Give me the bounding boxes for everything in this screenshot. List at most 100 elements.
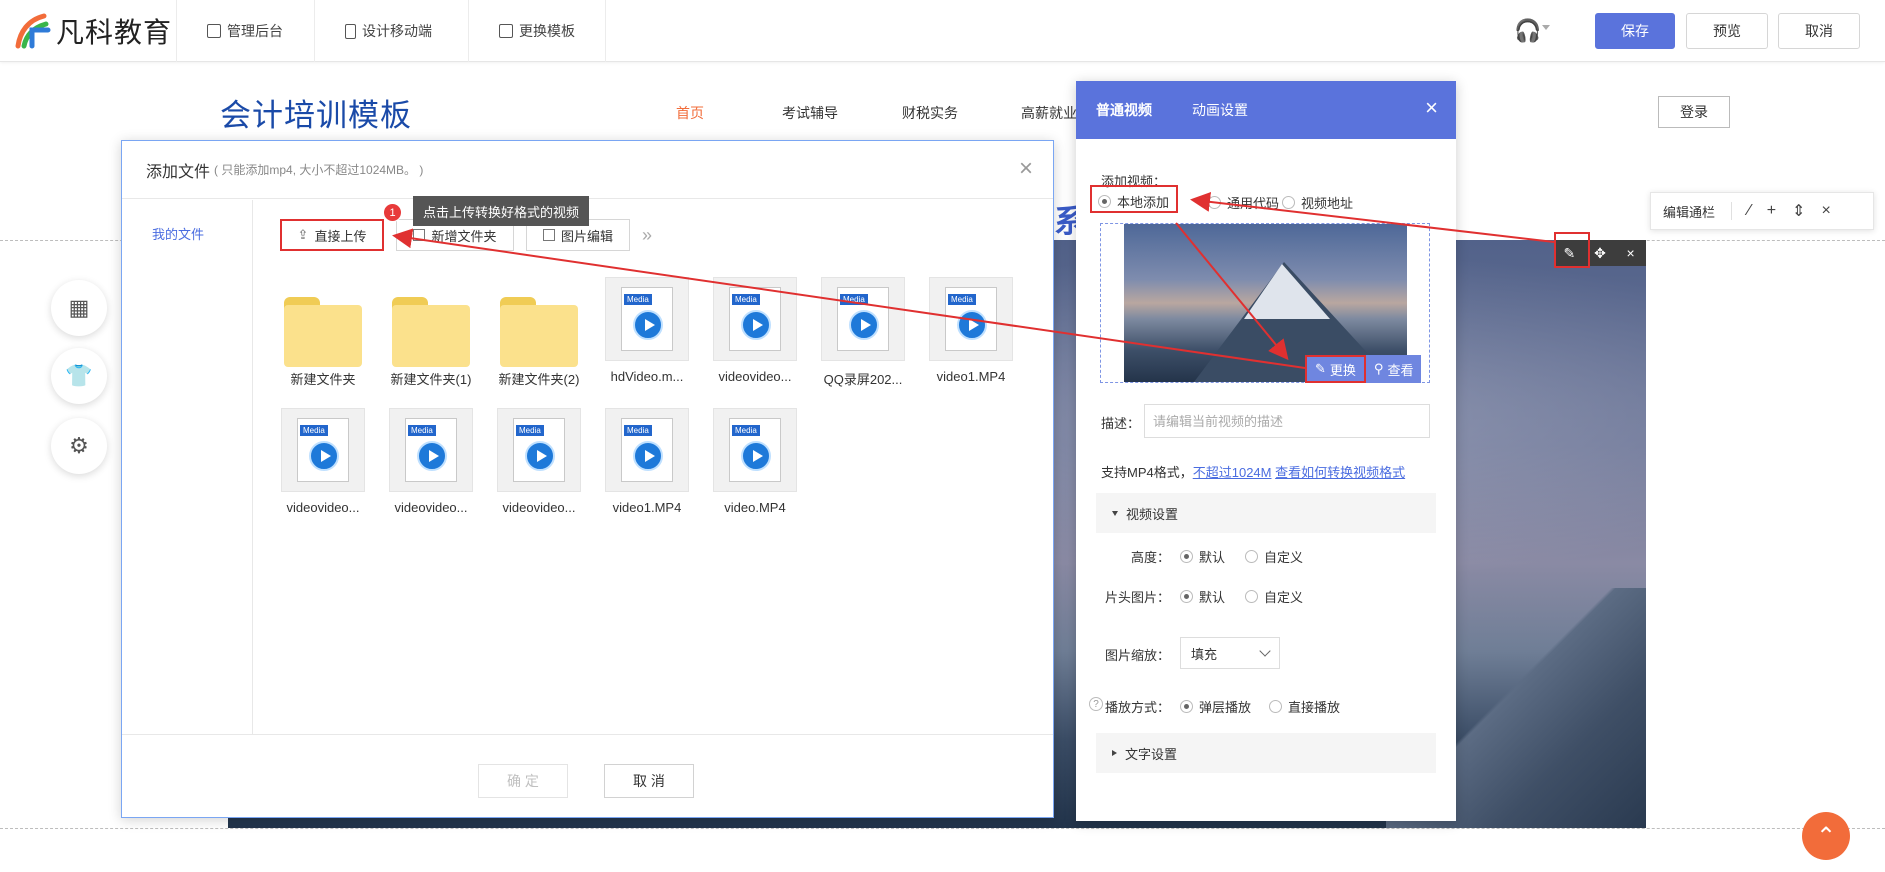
- cancel-button[interactable]: 取消: [1778, 13, 1860, 49]
- preview-button[interactable]: 预览: [1686, 13, 1768, 49]
- dialog-footer: [122, 734, 1053, 818]
- radio-dot: [1208, 196, 1221, 209]
- scale-select[interactable]: 填充: [1180, 637, 1280, 669]
- radio-cover-custom[interactable]: 自定义: [1245, 587, 1303, 606]
- radio-video-url[interactable]: 视频地址: [1282, 193, 1353, 212]
- close-icon[interactable]: ×: [1616, 245, 1646, 261]
- close-icon[interactable]: ×: [1821, 202, 1830, 220]
- image-edit-label: 图片编辑: [560, 228, 613, 244]
- new-folder-label: 新增文件夹: [431, 228, 497, 244]
- radio-height-default[interactable]: 默认: [1180, 547, 1225, 566]
- magic-wand-icon[interactable]: ⁄: [1748, 202, 1751, 220]
- radio-dot: [1269, 700, 1282, 713]
- file-item[interactable]: Media QQ录屏202...: [809, 277, 917, 388]
- move-updown-icon[interactable]: ⇕: [1792, 201, 1805, 221]
- radio-dot: [1282, 196, 1295, 209]
- radio-label: 默认: [1199, 590, 1226, 605]
- plus-icon[interactable]: +: [1767, 202, 1776, 220]
- radio-play-popup[interactable]: 弹层播放: [1180, 697, 1251, 716]
- radio-label: 弹层播放: [1199, 700, 1252, 715]
- nav-admin[interactable]: 管理后台: [176, 0, 313, 62]
- view-label: 查看: [1387, 362, 1414, 378]
- folder-icon: [389, 277, 473, 367]
- video-file-icon: Media: [281, 408, 365, 492]
- modules-icon[interactable]: ▦: [51, 280, 107, 336]
- nav-admin-label: 管理后台: [227, 23, 283, 39]
- desc-label: 描述：: [1101, 416, 1141, 431]
- tab-normal-video[interactable]: 普通视频: [1096, 100, 1152, 120]
- step-badge: 1: [383, 203, 402, 222]
- logo[interactable]: 凡科教育: [14, 10, 172, 52]
- support-text: 支持MP4格式，: [1101, 465, 1193, 480]
- radio-dot: [1180, 550, 1193, 563]
- video-settings-section[interactable]: 视频设置: [1096, 493, 1436, 533]
- description-input[interactable]: [1144, 404, 1430, 438]
- video-file-icon: Media: [929, 277, 1013, 361]
- file-name: video1.MP4: [612, 500, 682, 515]
- file-item[interactable]: 新建文件夹(1): [377, 277, 485, 388]
- site-nav-career[interactable]: 高薪就业: [1021, 103, 1077, 123]
- text-settings-section[interactable]: 文字设置: [1096, 733, 1436, 773]
- theme-shirt-icon[interactable]: 👕: [51, 348, 107, 404]
- file-item[interactable]: 新建文件夹(2): [485, 277, 593, 388]
- site-nav-tax[interactable]: 财税实务: [902, 103, 958, 123]
- file-item[interactable]: Media video1.MP4: [593, 408, 701, 515]
- video-file-icon: Media: [389, 408, 473, 492]
- site-title[interactable]: 会计培训模板: [220, 90, 412, 135]
- file-item[interactable]: Media videovideo...: [377, 408, 485, 515]
- close-icon[interactable]: ×: [1425, 97, 1438, 119]
- radio-height-custom[interactable]: 自定义: [1245, 547, 1303, 566]
- caret-right-icon: [1112, 750, 1117, 756]
- radio-label: 默认: [1199, 550, 1226, 565]
- scroll-top-icon[interactable]: ⌃: [1802, 812, 1850, 860]
- site-nav-exam[interactable]: 考试辅导: [782, 103, 838, 123]
- double-chevron-right-icon[interactable]: »: [642, 225, 652, 246]
- close-icon[interactable]: ×: [1019, 157, 1033, 181]
- sidebar-item-my-files[interactable]: 我的文件: [152, 224, 204, 243]
- file-item[interactable]: Media videovideo...: [269, 408, 377, 515]
- chevron-down-icon[interactable]: [1542, 25, 1550, 30]
- file-item[interactable]: Media videovideo...: [485, 408, 593, 515]
- settings-gear-icon[interactable]: ⚙: [51, 418, 107, 474]
- file-name: videovideo...: [394, 500, 468, 515]
- video-file-icon: Media: [713, 408, 797, 492]
- file-item[interactable]: 新建文件夹: [269, 277, 377, 388]
- file-item[interactable]: Media video.MP4: [701, 408, 809, 515]
- chart-icon: [207, 24, 221, 38]
- search-icon: ⚲: [1373, 361, 1384, 376]
- save-button[interactable]: 保存: [1595, 13, 1675, 49]
- nav-change-template[interactable]: 更换模板: [468, 0, 606, 62]
- file-name: videovideo...: [718, 369, 792, 384]
- highlight-local: [1090, 185, 1178, 213]
- replace-button[interactable]: ✎ 更换: [1305, 355, 1366, 383]
- dialog-cancel-button[interactable]: 取 消: [604, 764, 694, 798]
- tab-animation[interactable]: 动画设置: [1192, 100, 1248, 120]
- view-button[interactable]: ⚲ 查看: [1365, 355, 1422, 383]
- upload-label: 直接上传: [314, 228, 367, 244]
- upload-button[interactable]: ⇪ 直接上传: [280, 219, 384, 251]
- nav-mobile-label: 设计移动端: [362, 23, 432, 39]
- video-file-icon: Media: [497, 408, 581, 492]
- headset-icon[interactable]: 🎧: [1514, 18, 1541, 44]
- radio-embed-code[interactable]: 通用代码: [1208, 193, 1279, 212]
- file-item[interactable]: Media video1.MP4: [917, 277, 1025, 388]
- logo-icon: [14, 12, 54, 50]
- site-nav-home[interactable]: 首页: [676, 103, 704, 123]
- pencil-icon: ✎: [1315, 361, 1326, 376]
- radio-embed-label: 通用代码: [1227, 196, 1280, 211]
- radio-cover-default[interactable]: 默认: [1180, 587, 1225, 606]
- size-limit-link[interactable]: 不超过1024M: [1193, 465, 1272, 480]
- file-name: videovideo...: [502, 500, 576, 515]
- nav-mobile-design[interactable]: 设计移动端: [314, 0, 462, 62]
- file-item[interactable]: Media hdVideo.m...: [593, 277, 701, 388]
- site-login-button[interactable]: 登录: [1658, 96, 1730, 128]
- convert-guide-link[interactable]: 查看如何转换视频格式: [1275, 465, 1405, 480]
- dialog-header: 添加文件 ( 只能添加mp4, 大小不超过1024MB。 ): [122, 141, 1053, 199]
- radio-dot: [1245, 590, 1258, 603]
- edit-banner-label[interactable]: 编辑通栏: [1663, 202, 1715, 221]
- file-name: hdVideo.m...: [610, 369, 684, 384]
- radio-label: 自定义: [1264, 590, 1304, 605]
- confirm-button[interactable]: 确 定: [478, 764, 568, 798]
- radio-play-direct[interactable]: 直接播放: [1269, 697, 1340, 716]
- file-item[interactable]: Media videovideo...: [701, 277, 809, 388]
